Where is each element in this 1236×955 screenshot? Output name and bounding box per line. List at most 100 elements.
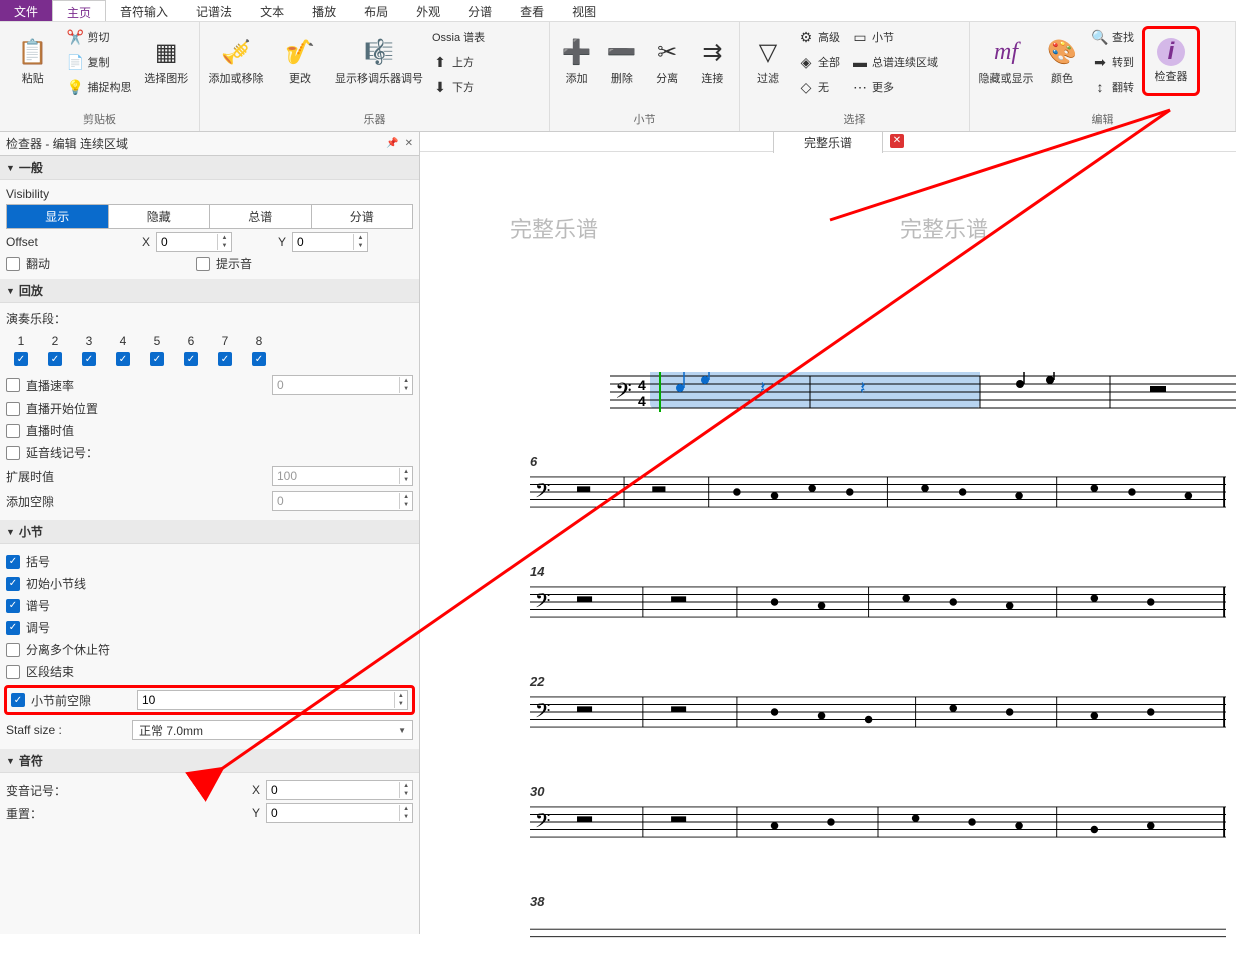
vis-show[interactable]: 显示 <box>7 205 109 228</box>
select-graphic-button[interactable]: ▦选择图形 <box>140 26 194 96</box>
tab-close-icon[interactable]: ✕ <box>890 134 904 148</box>
split-bar-button[interactable]: ✂分离 <box>647 26 688 96</box>
inspector-button[interactable]: i检查器 <box>1142 26 1200 96</box>
split-rest-chk[interactable] <box>6 643 20 657</box>
menu-file[interactable]: 文件 <box>0 0 52 21</box>
staff-system-6[interactable]: 38 <box>530 912 1226 952</box>
staff-system-5[interactable]: 30 𝄢 <box>530 802 1226 842</box>
sel-continuous-button[interactable]: ▬总谱连续区域 <box>848 51 942 73</box>
transpose-button[interactable]: 🎼显示移调乐器调号 <box>334 26 424 96</box>
menu-tab-layout[interactable]: 布局 <box>350 0 402 21</box>
staff-system-1[interactable]: 𝄢 44 𝄽 𝄽 <box>610 372 1236 412</box>
key-chk[interactable]: ✓ <box>6 621 20 635</box>
hide-show-button[interactable]: mf隐藏或显示 <box>976 26 1036 96</box>
tie-chk[interactable] <box>6 446 20 460</box>
above-button[interactable]: ⬆上方 <box>428 51 489 73</box>
seg-6-chk[interactable]: ✓ <box>184 352 198 366</box>
close-icon[interactable]: ✕ <box>405 138 413 149</box>
menu-tab-view[interactable]: 视图 <box>558 0 610 21</box>
svg-text:𝄢: 𝄢 <box>535 700 551 727</box>
section-end-chk[interactable] <box>6 665 20 679</box>
reset-y-input[interactable]: ▲▼ <box>266 803 413 823</box>
staff-system-4[interactable]: 22 𝄢 <box>530 692 1226 732</box>
sel-more-button[interactable]: ⋯更多 <box>848 76 942 98</box>
ribbon: 📋粘贴 ✂️剪切 📄复制 💡捕捉构思 ▦选择图形 剪贴板 🎺添加或移除 🎷更改 … <box>0 22 1236 132</box>
color-button[interactable]: 🎨颜色 <box>1040 26 1084 96</box>
extend-input[interactable]: ▲▼ <box>272 466 413 486</box>
none-button[interactable]: ◇无 <box>794 76 844 98</box>
seg-1-chk[interactable]: ✓ <box>14 352 28 366</box>
menu-tab-parts[interactable]: 分谱 <box>454 0 506 21</box>
find-button[interactable]: 🔍查找 <box>1088 26 1138 48</box>
menu-tab-notation[interactable]: 记谱法 <box>182 0 246 21</box>
gap-input[interactable]: ▲▼ <box>272 491 413 511</box>
ossia-button[interactable]: Ossia 谱表 <box>428 26 489 48</box>
instruments-icon: 🎺 <box>220 36 252 68</box>
reset-label: 重置： <box>6 805 246 822</box>
brackets-chk[interactable]: ✓ <box>6 555 20 569</box>
menu-tab-play[interactable]: 播放 <box>298 0 350 21</box>
svg-text:𝄢: 𝄢 <box>535 480 551 507</box>
flip-checkbox[interactable] <box>6 257 20 271</box>
paste-button[interactable]: 📋粘贴 <box>6 26 60 96</box>
seg-8-chk[interactable]: ✓ <box>252 352 266 366</box>
staff-size-select[interactable]: 正常 7.0mm▼ <box>132 720 413 740</box>
filter-button[interactable]: ▽过滤 <box>746 26 790 96</box>
gap-before-chk[interactable]: ✓ <box>11 693 25 707</box>
staff-system-2[interactable]: 6 𝄢 <box>530 472 1226 512</box>
staff-system-3[interactable]: 14 𝄢 <box>530 582 1226 622</box>
vis-score[interactable]: 总谱 <box>210 205 312 228</box>
menu-tab-review[interactable]: 查看 <box>506 0 558 21</box>
clef-chk[interactable]: ✓ <box>6 599 20 613</box>
menu-tab-note-input[interactable]: 音符输入 <box>106 0 182 21</box>
goto-button[interactable]: ➡转到 <box>1088 51 1138 73</box>
offset-y-input[interactable]: ▲▼ <box>292 232 368 252</box>
seg-7-chk[interactable]: ✓ <box>218 352 232 366</box>
cue-checkbox[interactable] <box>196 257 210 271</box>
delete-icon: ➖ <box>606 36 638 68</box>
menu-tab-home[interactable]: 主页 <box>52 0 106 21</box>
capture-button[interactable]: 💡捕捉构思 <box>64 76 136 98</box>
advanced-icon: ⚙ <box>798 29 814 45</box>
live-dur-chk[interactable] <box>6 424 20 438</box>
menu-tab-appearance[interactable]: 外观 <box>402 0 454 21</box>
seg-5-chk[interactable]: ✓ <box>150 352 164 366</box>
live-tempo-chk[interactable] <box>6 378 20 392</box>
gap-before-input[interactable]: ▲▼ <box>137 690 408 710</box>
delete-bar-button[interactable]: ➖删除 <box>601 26 642 96</box>
copy-button[interactable]: 📄复制 <box>64 51 136 73</box>
accidental-x-input[interactable]: ▲▼ <box>266 780 413 800</box>
add-remove-instrument-button[interactable]: 🎺添加或移除 <box>206 26 266 96</box>
section-general[interactable]: ▼一般 <box>0 156 419 180</box>
cut-button[interactable]: ✂️剪切 <box>64 26 136 48</box>
section-notes[interactable]: ▼音符 <box>0 749 419 773</box>
menu-tab-text[interactable]: 文本 <box>246 0 298 21</box>
document-tab[interactable]: 完整乐谱✕ <box>773 131 883 153</box>
seg-4-chk[interactable]: ✓ <box>116 352 130 366</box>
pin-icon[interactable]: 📌 <box>386 138 398 149</box>
inspector-panel: 检查器 - 编辑 连续区域 📌✕ ▼一般 Visibility 显示 隐藏 总谱… <box>0 132 420 934</box>
y-label: Y <box>278 235 286 249</box>
sel-bar-button[interactable]: ▭小节 <box>848 26 942 48</box>
score-title-left: 完整乐谱 <box>510 212 598 244</box>
vis-parts[interactable]: 分谱 <box>312 205 413 228</box>
vis-hide[interactable]: 隐藏 <box>109 205 211 228</box>
offset-x-input[interactable]: ▲▼ <box>156 232 232 252</box>
change-icon: 🎷 <box>284 36 316 68</box>
below-button[interactable]: ⬇下方 <box>428 76 489 98</box>
group-label-select: 选择 <box>746 109 963 129</box>
change-instrument-button[interactable]: 🎷更改 <box>270 26 330 96</box>
add-bar-button[interactable]: ➕添加 <box>556 26 597 96</box>
section-playback[interactable]: ▼回放 <box>0 279 419 303</box>
seg-3-chk[interactable]: ✓ <box>82 352 96 366</box>
flip-button[interactable]: ↕翻转 <box>1088 76 1138 98</box>
live-start-chk[interactable] <box>6 402 20 416</box>
score-area[interactable]: 完整乐谱✕ 完整乐谱 完整乐谱 𝄢 44 𝄽 𝄽 <box>420 132 1236 934</box>
advanced-button[interactable]: ⚙高级 <box>794 26 844 48</box>
section-bars[interactable]: ▼小节 <box>0 520 419 544</box>
seg-2-chk[interactable]: ✓ <box>48 352 62 366</box>
live-tempo-input[interactable]: ▲▼ <box>272 375 413 395</box>
join-bar-button[interactable]: ⇉连接 <box>692 26 733 96</box>
all-button[interactable]: ◈全部 <box>794 51 844 73</box>
initial-barline-chk[interactable]: ✓ <box>6 577 20 591</box>
